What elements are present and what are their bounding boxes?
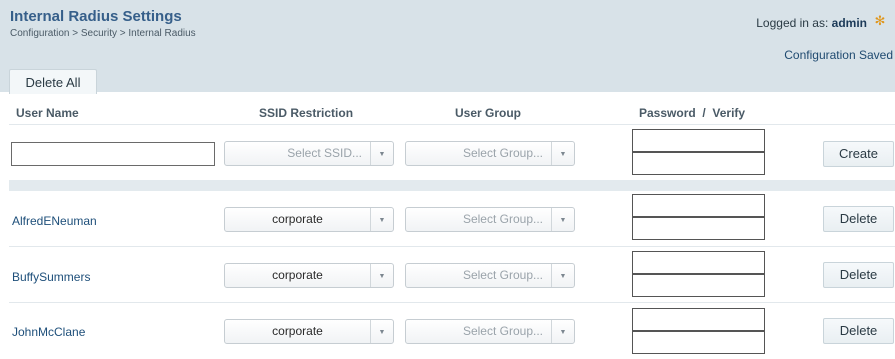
section-separator [9, 180, 895, 191]
new-ssid-select[interactable]: Select SSID... ▼ [224, 141, 394, 166]
login-info: Logged in as: admin [756, 16, 867, 30]
divider [9, 246, 895, 247]
delete-all-button[interactable]: Delete All [9, 69, 97, 94]
user-verify-input[interactable] [632, 331, 765, 354]
logged-in-label: Logged in as: [756, 16, 829, 30]
new-username-input[interactable] [11, 142, 215, 166]
user-name-label: AlfredENeuman [12, 214, 97, 228]
chevron-down-icon: ▼ [551, 264, 574, 287]
column-header-user-group: User Group [455, 106, 522, 120]
user-password-input[interactable] [632, 308, 765, 331]
user-ssid-select[interactable]: corporate ▼ [224, 207, 394, 232]
chevron-down-icon: ▼ [551, 142, 574, 165]
new-group-select[interactable]: Select Group... ▼ [405, 141, 575, 166]
header-bar: Internal Radius Settings Configuration >… [0, 0, 895, 94]
verify-label: Verify [712, 106, 746, 120]
divider [9, 124, 895, 125]
user-password-input[interactable] [632, 194, 765, 217]
group-select-value: Select Group... [462, 146, 543, 160]
ssid-select-value: corporate [272, 324, 323, 338]
user-verify-input[interactable] [632, 217, 765, 240]
chevron-down-icon: ▼ [370, 264, 393, 287]
password-label: Password [639, 106, 696, 120]
group-select-value: Select Group... [462, 324, 543, 338]
breadcrumb: Configuration > Security > Internal Radi… [10, 28, 196, 39]
user-group-select[interactable]: Select Group... ▼ [405, 207, 575, 232]
user-name-label: JohnMcClane [12, 325, 86, 339]
user-ssid-select[interactable]: corporate ▼ [224, 319, 394, 344]
ssid-select-value: corporate [272, 268, 323, 282]
user-group-select[interactable]: Select Group... ▼ [405, 319, 575, 344]
chevron-down-icon: ▼ [551, 320, 574, 343]
divider [9, 302, 895, 303]
ssid-select-value: Select SSID... [287, 146, 362, 160]
user-verify-input[interactable] [632, 274, 765, 297]
chevron-down-icon: ▼ [370, 320, 393, 343]
delete-button[interactable]: Delete [823, 262, 894, 288]
create-button[interactable]: Create [823, 141, 894, 167]
user-ssid-select[interactable]: corporate ▼ [224, 263, 394, 288]
ssid-select-value: corporate [272, 212, 323, 226]
user-name-label: BuffySummers [12, 270, 91, 284]
chevron-down-icon: ▼ [370, 142, 393, 165]
page-title: Internal Radius Settings [10, 8, 182, 25]
logged-in-user: admin [831, 16, 867, 30]
delete-button[interactable]: Delete [823, 318, 894, 344]
column-header-user-name: User Name [16, 106, 79, 120]
group-select-value: Select Group... [462, 268, 543, 282]
chevron-down-icon: ▼ [370, 208, 393, 231]
chevron-down-icon: ▼ [551, 208, 574, 231]
new-verify-input[interactable] [632, 152, 765, 175]
user-group-select[interactable]: Select Group... ▼ [405, 263, 575, 288]
status-message: Configuration Saved [784, 48, 893, 62]
user-password-input[interactable] [632, 251, 765, 274]
delete-button[interactable]: Delete [823, 206, 894, 232]
new-password-input[interactable] [632, 129, 765, 152]
column-header-ssid: SSID Restriction [259, 106, 354, 120]
group-select-value: Select Group... [462, 212, 543, 226]
gear-icon[interactable]: ✻ [873, 14, 887, 28]
slash-separator: / [702, 106, 706, 120]
column-header-password: Password / Verify [639, 106, 745, 120]
